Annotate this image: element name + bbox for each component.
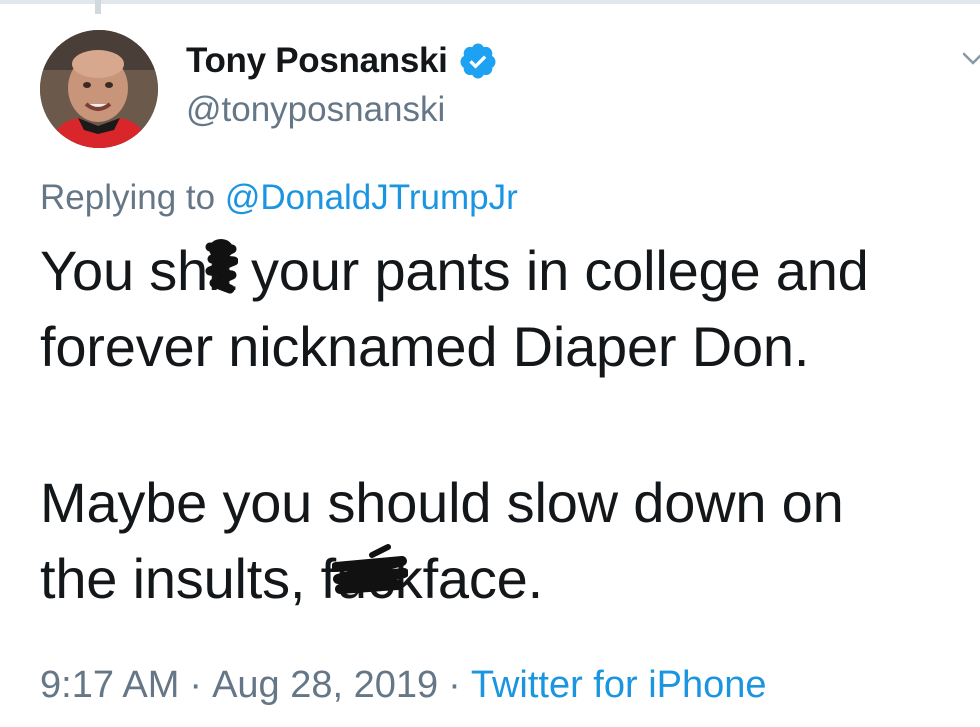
censored-word: it [205,233,239,309]
censored-letters: uc [336,547,395,610]
avatar[interactable] [40,30,158,148]
author-handle[interactable]: @tonyposnanski [186,90,445,130]
tweet-text-segment: You sh [40,239,209,302]
top-border [0,0,980,4]
meta-separator: · [189,664,203,706]
chevron-down-icon[interactable] [958,44,980,74]
tweet-text: You shit your pants in college and forev… [40,233,970,617]
tweet-meta: 9:17 AM · Aug 28, 2019 · Twitter for iPhone [40,664,767,707]
tweet-line: Maybe you should slow down on [40,471,844,534]
tweet-text-segment: the insults, f [40,547,337,610]
reply-mention-link[interactable]: @DonaldJTrumpJr [225,178,518,217]
author-name-row[interactable]: Tony Posnanski [186,36,498,86]
thread-line [95,0,101,14]
tweet-time[interactable]: 9:17 AM [40,664,179,706]
tweet-line: You shit your pants in college and [40,233,970,309]
tweet-line: forever nicknamed Diaper Don. [40,315,810,378]
verified-badge-icon [458,41,498,81]
tweet-text-segment: kface. [394,547,543,610]
replying-to: Replying to @DonaldJTrumpJr [40,178,518,218]
tweet-source-link[interactable]: Twitter for iPhone [471,664,767,706]
tweet-text-segment: your pants in college and [235,239,869,302]
tweet-date[interactable]: Aug 28, 2019 [212,664,438,706]
replying-to-label: Replying to [40,178,225,217]
author-display-name[interactable]: Tony Posnanski [186,41,448,81]
tweet-line: the insults, fuc kface. [40,541,970,617]
censored-letters: it [208,239,236,302]
meta-separator: · [448,664,461,706]
profile-photo-icon [40,30,158,148]
censored-word: uc [332,541,409,617]
